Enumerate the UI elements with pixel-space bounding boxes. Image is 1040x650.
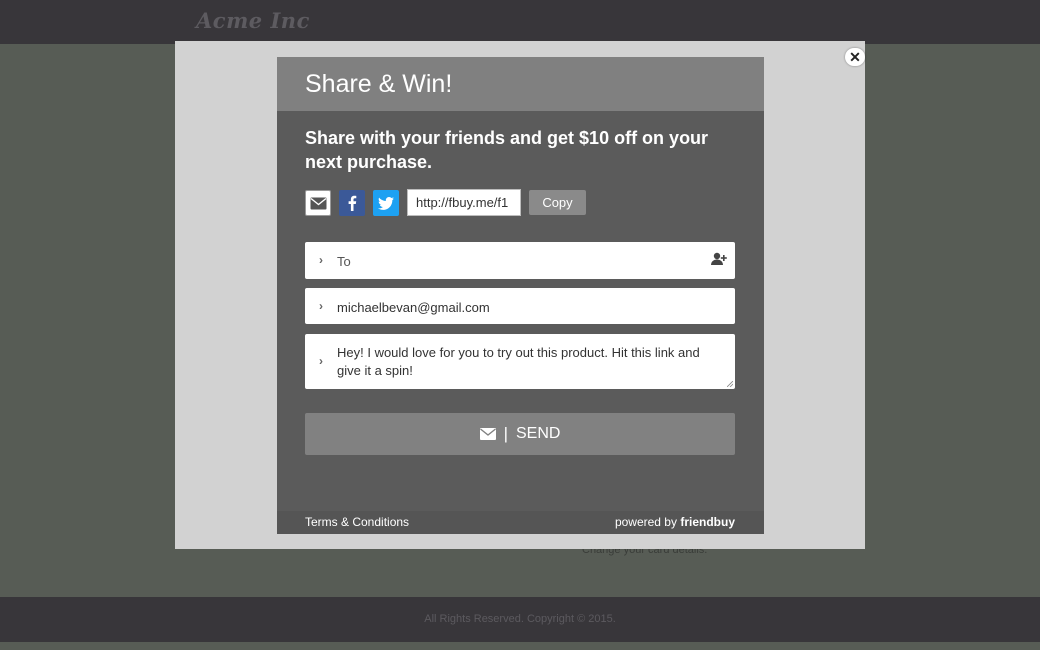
chevron-right-icon: › xyxy=(319,354,323,368)
from-email-field[interactable]: › michaelbevan@gmail.com xyxy=(305,288,735,324)
send-button[interactable]: | SEND xyxy=(305,413,735,455)
modal-title: Share & Win! xyxy=(305,70,453,98)
share-modal: Share & Win! Share with your friends and… xyxy=(277,57,764,534)
share-facebook-button[interactable] xyxy=(339,190,365,216)
copy-link-button[interactable]: Copy xyxy=(529,190,586,215)
chevron-right-icon: › xyxy=(319,253,323,267)
powered-by-brand: friendbuy xyxy=(680,515,735,529)
share-twitter-button[interactable] xyxy=(373,190,399,216)
message-value: Hey! I would love for you to try out thi… xyxy=(337,345,700,378)
envelope-icon xyxy=(479,428,496,440)
chevron-right-icon: › xyxy=(319,299,323,313)
to-field-placeholder: To xyxy=(337,254,351,269)
envelope-icon xyxy=(310,197,326,209)
from-email-value: michaelbevan@gmail.com xyxy=(337,300,490,315)
copyright-text: All Rights Reserved. Copyright © 2015. xyxy=(424,613,616,625)
close-icon: ✕ xyxy=(849,48,861,65)
close-button[interactable]: ✕ xyxy=(845,48,865,66)
message-textarea[interactable]: › Hey! I would love for you to try out t… xyxy=(305,334,735,389)
send-separator: | xyxy=(503,424,508,443)
modal-header: Share & Win! xyxy=(277,57,764,111)
share-link-field[interactable]: http://fbuy.me/f1 xyxy=(407,189,521,216)
powered-by-prefix: powered by xyxy=(614,515,677,529)
top-bar: Acme Inc xyxy=(0,0,1040,44)
facebook-icon xyxy=(348,195,357,211)
to-field[interactable]: › To xyxy=(305,242,735,279)
twitter-icon xyxy=(378,196,394,210)
powered-by-text: powered by friendbuy xyxy=(615,515,735,529)
add-contact-icon[interactable] xyxy=(711,252,727,271)
share-subheading: Share with your friends and get $10 off … xyxy=(305,128,709,172)
modal-footer: Terms & Conditions powered by friendbuy xyxy=(277,511,764,534)
site-footer: All Rights Reserved. Copyright © 2015. xyxy=(0,597,1040,642)
share-email-button[interactable] xyxy=(305,190,331,216)
site-logo: Acme Inc xyxy=(196,8,310,33)
send-label: SEND xyxy=(515,425,561,442)
bottom-strip xyxy=(0,642,1040,650)
resize-grip-icon[interactable] xyxy=(727,381,733,387)
terms-conditions-link[interactable]: Terms & Conditions xyxy=(305,515,409,529)
